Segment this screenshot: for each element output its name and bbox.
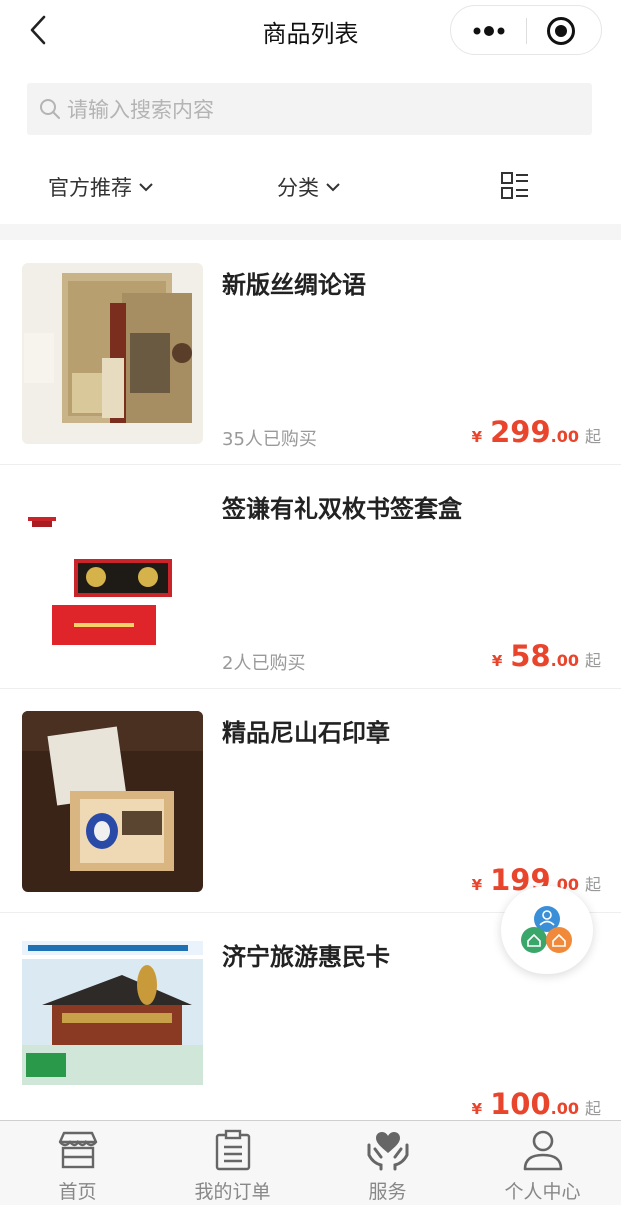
price-integer: 58 [510,639,551,673]
target-circle-icon [547,17,575,45]
close-mini-program-button[interactable] [545,15,577,47]
product-name: 济宁旅游惠民卡 [222,943,390,971]
capsule-divider [526,18,527,44]
layout-toggle-button[interactable] [500,171,530,201]
product-price: ¥ 299 .00 起 [472,415,601,449]
product-card[interactable]: 签谦有礼双枚书签套盒 2人已购买 ¥ 58 .00 起 [0,465,621,689]
filter-label: 官方推荐 [48,176,132,200]
price-suffix: 起 [584,1099,601,1118]
tab-home[interactable]: 首页 [0,1121,155,1206]
heart-hands-icon [364,1127,412,1173]
product-image [22,263,203,444]
tab-label: 首页 [58,1181,97,1203]
section-divider [0,224,621,240]
chevron-down-icon [138,182,154,192]
currency-symbol: ¥ [471,428,483,446]
price-decimal: .00 [550,1099,579,1118]
more-dots-icon [473,26,505,36]
store-icon [54,1127,102,1173]
product-name: 签谦有礼双枚书签套盒 [222,495,462,523]
product-image [22,487,203,668]
product-card[interactable]: 新版丝绸论语 35人已购买 ¥ 299 .00 起 [0,241,621,465]
user-home-cluster-icon [521,906,572,953]
tab-label: 个人中心 [504,1181,581,1203]
price-decimal: .00 [550,427,579,446]
list-grid-icon [501,172,528,199]
sold-count: 35人已购买 [222,429,317,450]
floating-shortcut-button[interactable] [501,886,593,974]
price-decimal: .00 [550,651,579,670]
tab-label: 服务 [368,1181,407,1203]
product-price: ¥ 100 .00 起 [472,1087,601,1121]
search-icon [39,98,61,120]
person-icon [519,1127,567,1173]
tab-my-orders[interactable]: 我的订单 [155,1121,310,1206]
price-suffix: 起 [584,427,601,446]
search-bar[interactable]: 请输入搜索内容 [27,83,592,135]
product-image [22,935,203,1116]
order-list-icon [209,1127,257,1173]
currency-symbol: ¥ [471,1100,483,1118]
filter-category[interactable]: 分类 [277,172,341,202]
bottom-tab-bar: 首页 我的订单 服务 个人中心 [0,1120,621,1205]
tab-profile[interactable]: 个人中心 [465,1121,620,1206]
chevron-down-icon [325,182,341,192]
more-button[interactable] [469,18,509,44]
sold-count: 2人已购买 [222,653,306,674]
product-card[interactable]: 精品尼山石印章 ¥ 199 .00 起 [0,689,621,913]
product-price: ¥ 58 .00 起 [492,639,601,673]
price-suffix: 起 [584,651,601,670]
currency-symbol: ¥ [491,652,503,670]
product-name: 新版丝绸论语 [222,271,366,299]
mini-program-capsule [450,5,602,55]
price-integer: 299 [490,415,551,449]
filter-label: 分类 [277,176,319,200]
filter-recommend[interactable]: 官方推荐 [48,172,154,202]
navigation-bar: 商品列表 [0,0,621,60]
tab-service[interactable]: 服务 [310,1121,465,1206]
currency-symbol: ¥ [471,876,483,894]
product-name: 精品尼山石印章 [222,719,390,747]
tab-label: 我的订单 [194,1181,271,1203]
product-image [22,711,203,892]
price-integer: 100 [490,1087,551,1121]
search-input[interactable]: 请输入搜索内容 [67,94,214,124]
